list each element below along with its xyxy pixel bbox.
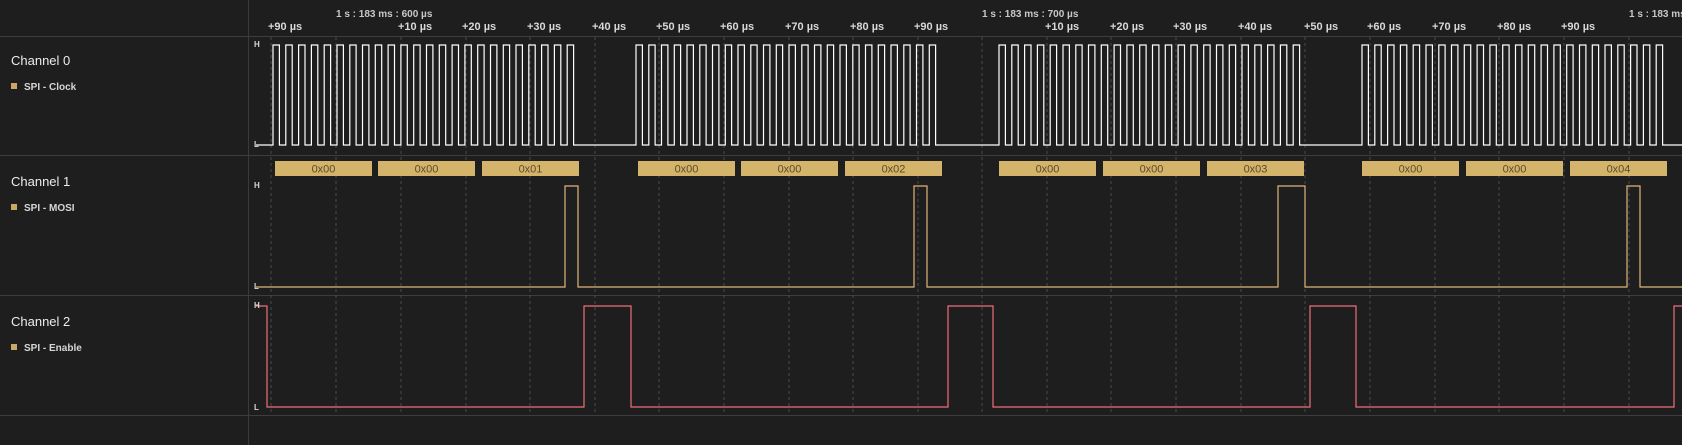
- decoded-byte-label: 0x01: [519, 164, 543, 176]
- ch2-high-label: H: [254, 301, 260, 310]
- enable-waveform: [256, 305, 1682, 408]
- decoded-byte-label: 0x00: [778, 164, 802, 176]
- decoded-byte-label: 0x04: [1607, 164, 1631, 176]
- decoded-byte-label: 0x02: [882, 164, 906, 176]
- ch1-high-label: H: [254, 181, 260, 190]
- decoded-byte-label: 0x03: [1244, 164, 1268, 176]
- decoded-byte-label: 0x00: [312, 164, 336, 176]
- mosi-waveform: [256, 185, 1682, 288]
- decoded-byte-label: 0x00: [1399, 164, 1423, 176]
- decoded-byte-label: 0x00: [1503, 164, 1527, 176]
- clock-waveform: [256, 44, 1682, 146]
- ch2-low-label: L: [254, 403, 259, 412]
- decoded-byte-label: 0x00: [1140, 164, 1164, 176]
- waveform-area[interactable]: 0x00 0x00 0x01 0x00 0x00 0x02 0x00 0x00 0x03 0x00…: [0, 0, 1682, 445]
- ch0-high-label: H: [254, 40, 260, 49]
- ch0-low-label: L: [254, 140, 259, 149]
- decoded-byte-label: 0x00: [1036, 164, 1060, 176]
- decoded-byte-label: 0x00: [415, 164, 439, 176]
- ch1-low-label: L: [254, 282, 259, 291]
- decoded-byte-label: 0x00: [675, 164, 699, 176]
